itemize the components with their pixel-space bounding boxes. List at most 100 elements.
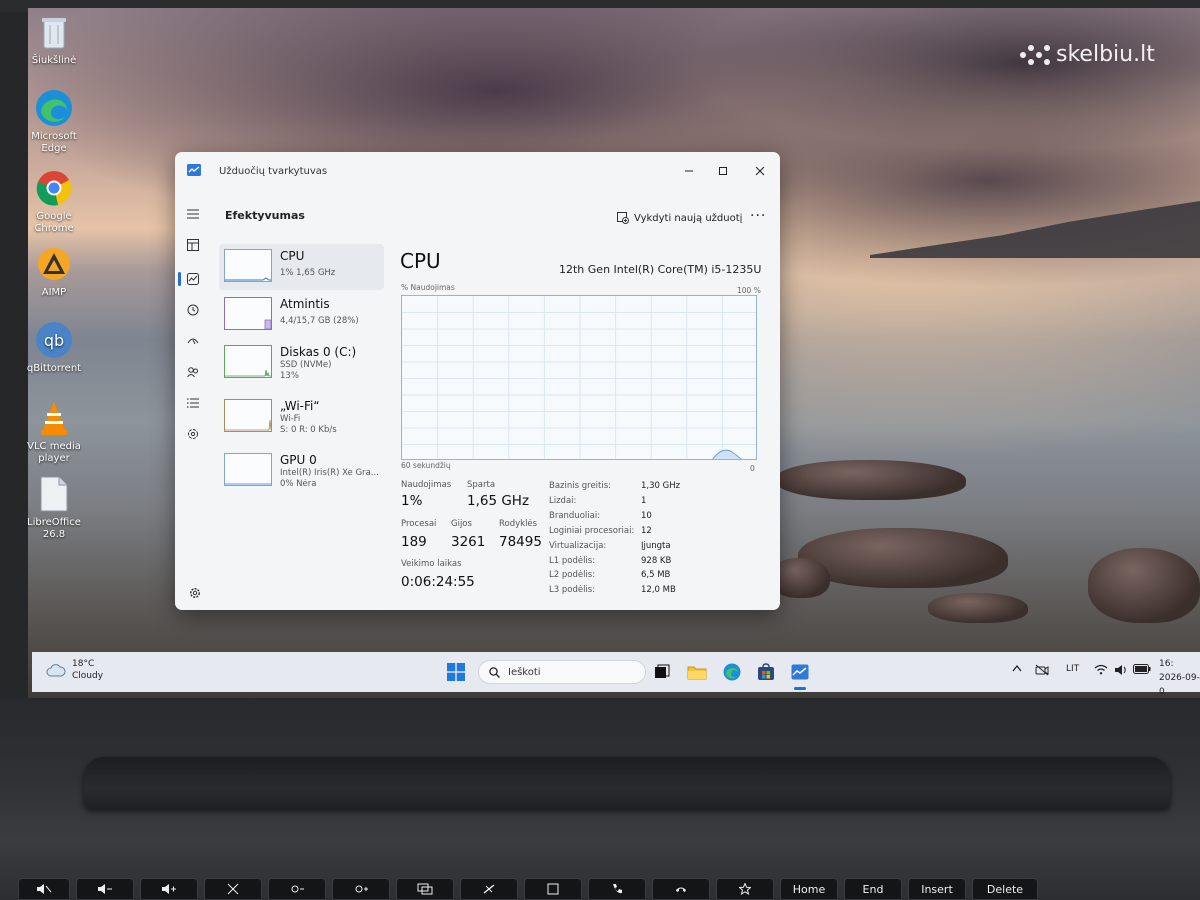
taskbar-store[interactable] bbox=[755, 661, 777, 683]
nav-startup-apps[interactable] bbox=[183, 331, 203, 351]
resource-item-disk[interactable]: Diskas 0 (C:) SSD (NVMe) 13% bbox=[219, 340, 384, 386]
nav-details[interactable] bbox=[183, 393, 203, 413]
edge-icon bbox=[723, 663, 741, 681]
key-volume-down[interactable] bbox=[76, 878, 134, 900]
chrome-icon bbox=[34, 168, 74, 208]
threads-value: 3261 bbox=[451, 534, 486, 550]
key-delete[interactable]: Delete bbox=[972, 878, 1038, 900]
nav-performance[interactable] bbox=[183, 269, 203, 289]
performance-icon bbox=[187, 273, 199, 285]
desktop-icon-edge[interactable]: Microsoft Edge bbox=[22, 88, 86, 155]
brightness-down-icon bbox=[291, 885, 304, 893]
wallpaper-rock bbox=[1088, 548, 1200, 623]
tray-battery[interactable] bbox=[1133, 664, 1151, 677]
detail-label: Branduoliai: bbox=[549, 511, 601, 521]
uptime-value: 0:06:24:55 bbox=[401, 574, 475, 590]
taskbar-task-view[interactable] bbox=[651, 661, 673, 683]
more-options-button[interactable]: ··· bbox=[750, 208, 766, 224]
key-insert[interactable]: Insert bbox=[908, 878, 966, 900]
task-manager-icon bbox=[791, 664, 809, 680]
tray-overflow-button[interactable] bbox=[1012, 664, 1022, 675]
tray-volume[interactable] bbox=[1114, 664, 1128, 679]
resource-item-wifi[interactable]: „Wi-Fi“ Wi-Fi S: 0 R: 0 Kb/s bbox=[219, 394, 384, 440]
desktop-icon-chrome[interactable]: Google Chrome bbox=[22, 168, 86, 235]
weather-widget[interactable]: 18°C Cloudy bbox=[46, 658, 103, 682]
detail-value: 928 KB bbox=[641, 556, 672, 566]
input-language[interactable]: LIT bbox=[1066, 664, 1079, 674]
key-airplane-mode[interactable] bbox=[460, 878, 518, 900]
maximize-button[interactable] bbox=[706, 160, 740, 182]
desktop-icon-libreoffice[interactable]: LibreOffice 26.8 bbox=[22, 474, 86, 541]
resource-detail: 4,4/15,7 GB (28%) bbox=[280, 316, 359, 326]
detail-label: Virtualizacija: bbox=[549, 541, 607, 551]
desktop-icon-qbittorrent[interactable]: qb qBittorrent bbox=[22, 320, 86, 375]
resource-name: „Wi-Fi“ bbox=[280, 399, 320, 413]
detail-value: 1,30 GHz bbox=[641, 481, 681, 491]
speed-label: Sparta bbox=[467, 480, 496, 490]
desktop-icon-aimp[interactable]: AIMP bbox=[22, 244, 86, 299]
resource-item-gpu[interactable]: GPU 0 Intel(R) Iris(R) Xe Gra... 0% Nėra bbox=[219, 448, 384, 494]
nav-processes[interactable] bbox=[183, 235, 203, 255]
mini-graph-wifi bbox=[224, 399, 272, 432]
tray-network[interactable] bbox=[1094, 664, 1108, 678]
run-new-task-label: Vykdyti naują užduotį bbox=[634, 212, 743, 224]
resource-name: GPU 0 bbox=[280, 453, 317, 467]
taskbar-file-explorer[interactable] bbox=[686, 661, 708, 683]
display-icon bbox=[417, 883, 433, 895]
phone-end-icon bbox=[676, 887, 686, 892]
run-new-task-button[interactable]: Vykdyti naują užduotį bbox=[617, 212, 742, 224]
tray-camera-status[interactable] bbox=[1035, 664, 1049, 679]
search-icon bbox=[489, 666, 500, 678]
settings-button[interactable] bbox=[189, 584, 201, 603]
desktop-icon-label: LibreOffice 26.8 bbox=[27, 517, 81, 540]
window-title: Užduočių tvarkytuvas bbox=[219, 166, 328, 177]
title-bar[interactable]: Užduočių tvarkytuvas bbox=[175, 152, 780, 190]
detail-label: L1 podėlis: bbox=[549, 556, 596, 566]
key-mic-mute[interactable] bbox=[204, 878, 262, 900]
minimize-button[interactable] bbox=[672, 160, 706, 182]
nav-users[interactable] bbox=[183, 362, 203, 382]
key-brightness-down[interactable] bbox=[268, 878, 326, 900]
libreoffice-icon bbox=[34, 474, 74, 514]
desktop-icon-vlc[interactable]: VLC media player bbox=[22, 398, 86, 465]
resource-item-memory[interactable]: Atmintis 4,4/15,7 GB (28%) bbox=[219, 292, 384, 338]
desktop-icon-recycle-bin[interactable]: Šiukšlinė bbox=[22, 12, 86, 67]
key-brightness-up[interactable] bbox=[332, 878, 390, 900]
close-button[interactable] bbox=[743, 160, 777, 182]
start-button[interactable] bbox=[446, 662, 466, 682]
key-display[interactable] bbox=[396, 878, 454, 900]
key-end[interactable]: End bbox=[844, 878, 902, 900]
key-volume-up[interactable] bbox=[140, 878, 198, 900]
resource-name: Atmintis bbox=[280, 297, 330, 311]
active-indicator bbox=[178, 272, 181, 286]
resource-detail: S: 0 R: 0 Kb/s bbox=[280, 425, 337, 435]
key-home[interactable]: Home bbox=[780, 878, 838, 900]
key-favorite[interactable] bbox=[716, 878, 774, 900]
skelbiu-logo-icon bbox=[1020, 43, 1050, 67]
weather-temperature: 18°C bbox=[72, 659, 95, 669]
nav-services[interactable] bbox=[183, 424, 203, 444]
key-settings[interactable] bbox=[524, 878, 582, 900]
taskbar-edge[interactable] bbox=[721, 661, 743, 683]
watermark-text: skelbiu.lt bbox=[1056, 42, 1155, 67]
system-clock[interactable]: 16: 2026-09-0 bbox=[1159, 657, 1200, 699]
key-phone-end[interactable] bbox=[652, 878, 710, 900]
nav-app-history[interactable] bbox=[183, 300, 203, 320]
key-mute[interactable] bbox=[18, 878, 70, 900]
detail-value: 1 bbox=[641, 496, 647, 506]
resource-name: CPU bbox=[280, 249, 305, 263]
battery-icon bbox=[1133, 664, 1151, 674]
taskbar-search-box[interactable]: Ieškoti bbox=[478, 660, 646, 684]
hamburger-menu-button[interactable] bbox=[183, 204, 203, 224]
airplane-icon bbox=[483, 884, 495, 894]
key-phone[interactable] bbox=[588, 878, 646, 900]
graph-y-label: % Naudojimas bbox=[401, 283, 455, 292]
weather-condition: Cloudy bbox=[72, 671, 104, 681]
taskbar-task-manager[interactable] bbox=[789, 661, 811, 683]
detail-value: 6,5 MB bbox=[641, 570, 671, 580]
edge-icon bbox=[34, 88, 74, 128]
resource-item-cpu[interactable]: CPU 1% 1,65 GHz bbox=[219, 244, 384, 290]
detail-value: 12,0 MB bbox=[641, 585, 676, 595]
cloud-icon bbox=[46, 664, 66, 677]
task-manager-window: Užduočių tvarkytuvas Efektyvumas Vykdyti… bbox=[175, 152, 780, 610]
